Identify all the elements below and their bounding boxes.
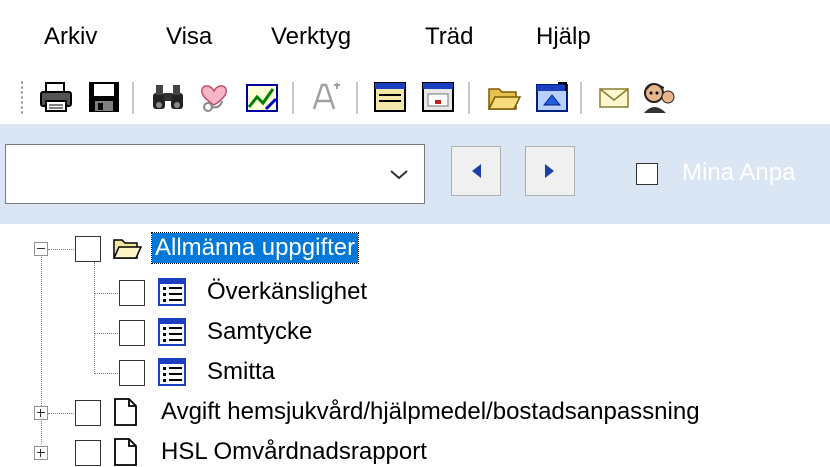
menu-trad[interactable]: Träd bbox=[425, 22, 473, 52]
toolbar-separator bbox=[580, 82, 583, 114]
binoculars-icon[interactable] bbox=[150, 79, 186, 115]
tree-view: Allmänna uppgifter Överkänslighet Samtyc… bbox=[0, 224, 830, 466]
expand-toggle[interactable] bbox=[34, 406, 48, 420]
window-refresh-icon[interactable] bbox=[534, 79, 570, 115]
mina-checkbox[interactable] bbox=[636, 163, 658, 185]
tree-line bbox=[48, 249, 74, 251]
tree-item-avgift[interactable]: Avgift hemsjukvård/hjälpmedel/bostadsanp… bbox=[158, 397, 703, 427]
tree-checkbox[interactable] bbox=[119, 280, 145, 306]
arrow-left-icon bbox=[472, 164, 481, 178]
form-icon bbox=[157, 317, 187, 347]
menu-visa[interactable]: Visa bbox=[166, 22, 212, 52]
tree-item-overkanslighet[interactable]: Överkänslighet bbox=[204, 277, 370, 307]
window-icon[interactable] bbox=[372, 79, 408, 115]
chart-edit-icon[interactable] bbox=[244, 79, 280, 115]
tree-checkbox[interactable] bbox=[75, 440, 101, 466]
save-icon[interactable] bbox=[86, 79, 122, 115]
toolbar-grip[interactable] bbox=[20, 80, 24, 116]
menu-verktyg[interactable]: Verktyg bbox=[271, 22, 351, 52]
arrow-right-icon bbox=[545, 164, 554, 178]
print-icon[interactable] bbox=[38, 79, 74, 115]
form-icon bbox=[157, 277, 187, 307]
tree-checkbox[interactable] bbox=[75, 236, 101, 262]
mail-icon[interactable] bbox=[596, 79, 632, 115]
previous-button[interactable] bbox=[451, 146, 501, 196]
menu-bar: Arkiv Visa Verktyg Träd Hjälp bbox=[0, 0, 830, 70]
chevron-down-icon bbox=[390, 170, 408, 180]
toolbar-separator bbox=[292, 82, 295, 114]
document-icon bbox=[110, 397, 140, 427]
menu-hjalp[interactable]: Hjälp bbox=[536, 22, 591, 52]
tree-item-allmanna-uppgifter[interactable]: Allmänna uppgifter bbox=[150, 232, 360, 264]
open-folder-icon[interactable] bbox=[486, 79, 522, 115]
heart-stethoscope-icon[interactable] bbox=[196, 79, 232, 115]
tree-line bbox=[48, 413, 74, 415]
open-folder-icon bbox=[112, 233, 142, 263]
tree-checkbox[interactable] bbox=[119, 360, 145, 386]
person-icon[interactable] bbox=[640, 79, 676, 115]
tree-checkbox[interactable] bbox=[119, 320, 145, 346]
document-icon bbox=[110, 437, 140, 467]
toolbar bbox=[0, 70, 830, 124]
tree-item-smitta[interactable]: Smitta bbox=[204, 357, 278, 387]
mina-label: Mina Anpa bbox=[682, 159, 796, 186]
text-format-icon[interactable] bbox=[308, 79, 344, 115]
tree-item-hsl-omvardnadsrapport[interactable]: HSL Omvårdnadsrapport bbox=[158, 437, 430, 467]
toolbar-separator bbox=[132, 82, 135, 114]
tree-line bbox=[94, 333, 118, 335]
collapse-toggle[interactable] bbox=[34, 242, 48, 256]
tree-line bbox=[94, 262, 96, 374]
form-window-icon[interactable] bbox=[420, 79, 456, 115]
tree-line bbox=[94, 293, 118, 295]
form-icon bbox=[157, 357, 187, 387]
tree-line bbox=[94, 373, 118, 375]
tree-item-samtycke[interactable]: Samtycke bbox=[204, 317, 315, 347]
expand-toggle[interactable] bbox=[34, 446, 48, 460]
tree-checkbox[interactable] bbox=[75, 400, 101, 426]
navigation-bar: Mina Anpa bbox=[0, 124, 830, 224]
next-button[interactable] bbox=[525, 146, 575, 196]
record-dropdown[interactable] bbox=[5, 144, 425, 204]
toolbar-separator bbox=[356, 82, 359, 114]
toolbar-separator bbox=[468, 82, 471, 114]
menu-arkiv[interactable]: Arkiv bbox=[44, 22, 97, 52]
